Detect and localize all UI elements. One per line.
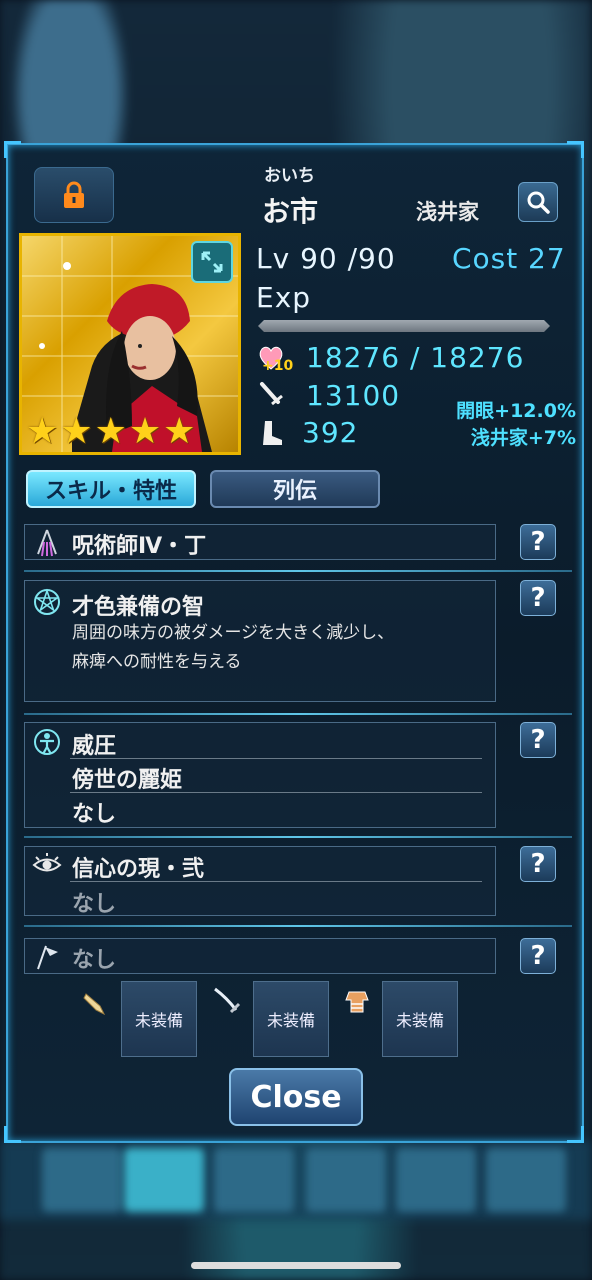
- panel-corner: [567, 1126, 584, 1143]
- main-skill-desc-line-1: 周囲の味方の被ダメージを大きく減少し、: [72, 623, 395, 643]
- exp-progress-bar: [258, 320, 550, 332]
- home-indicator[interactable]: [191, 1262, 401, 1269]
- cost-label: Cost: [452, 242, 519, 275]
- star-icon: ★: [26, 411, 59, 452]
- expand-icon: [201, 251, 223, 273]
- character-name: お市: [262, 195, 319, 228]
- pentagram-icon: [34, 588, 60, 615]
- flag-value: なし: [72, 948, 117, 973]
- hp-value: 18276 / 18276: [306, 341, 525, 374]
- star-icon: ★: [94, 411, 127, 452]
- level-value: Lv 90 /90: [256, 242, 396, 275]
- equip-slot-weapon[interactable]: 未装備: [253, 981, 329, 1057]
- background-tile: [486, 1148, 566, 1212]
- equip-slot-armor[interactable]: 未装備: [382, 981, 458, 1057]
- panel-corner: [4, 141, 21, 158]
- class-help-button[interactable]: ?: [520, 524, 556, 560]
- trait-2: 傍世の麗姫: [72, 768, 183, 793]
- belief-divider: [70, 881, 482, 882]
- character-kana: おいち: [264, 166, 315, 186]
- attack-value: 13100: [306, 379, 401, 412]
- trait-divider: [70, 758, 482, 759]
- section-divider: [24, 836, 572, 838]
- section-divider: [24, 713, 572, 715]
- traits-help-button[interactable]: ?: [520, 722, 556, 758]
- awakening-bonus: 開眼+12.0%: [456, 400, 576, 422]
- trait-1: 威圧: [72, 734, 117, 759]
- rarity-stars: ★ ★ ★ ★ ★: [26, 414, 195, 450]
- trait-3: なし: [72, 802, 117, 827]
- background-tile: [214, 1148, 294, 1212]
- panel-corner: [4, 1126, 21, 1143]
- broom-icon: [37, 529, 57, 557]
- cost-value: 27: [528, 242, 566, 275]
- background-tile: [396, 1148, 476, 1212]
- flag-help-button[interactable]: ?: [520, 938, 556, 974]
- clan-bonus: 浅井家+7%: [470, 427, 576, 449]
- tab-skills[interactable]: スキル・特性: [26, 470, 196, 508]
- section-divider: [24, 925, 572, 927]
- equip-slot-ammo[interactable]: 未装備: [121, 981, 197, 1057]
- belief-help-button[interactable]: ?: [520, 846, 556, 882]
- character-clan: 浅井家: [416, 200, 479, 224]
- person-circle-icon: [34, 729, 60, 755]
- background-tile: [42, 1148, 122, 1212]
- exp-label: Exp: [256, 281, 312, 314]
- eye-icon: [32, 853, 62, 872]
- sword-icon: [214, 987, 241, 1014]
- panel-corner: [567, 141, 584, 158]
- trait-divider: [70, 792, 482, 793]
- background-tile: [306, 1148, 386, 1212]
- search-button[interactable]: [518, 182, 558, 222]
- class-name: 呪術師Ⅳ・丁: [72, 534, 207, 559]
- main-skill-desc-line-2: 麻痺への耐性を与える: [72, 652, 242, 672]
- main-skill-help-button[interactable]: ?: [520, 580, 556, 616]
- speed-value: 392: [302, 416, 359, 449]
- close-button[interactable]: Close: [229, 1068, 363, 1126]
- section-divider: [24, 570, 572, 572]
- sword-icon: [260, 382, 283, 406]
- main-skill-name: 才色兼備の智: [72, 595, 205, 620]
- belief-name: 信心の現・弐: [72, 857, 205, 882]
- star-icon: ★: [128, 411, 162, 452]
- search-icon: [527, 191, 550, 214]
- star-icon: ★: [163, 411, 196, 452]
- expand-portrait-button[interactable]: [191, 241, 233, 283]
- bullet-icon: [83, 993, 106, 1016]
- armor-icon: [345, 991, 369, 1013]
- flag-icon: [37, 945, 58, 970]
- lock-icon: [64, 181, 84, 208]
- tab-biography[interactable]: 列伝: [210, 470, 380, 508]
- lock-button[interactable]: [34, 167, 114, 223]
- star-icon: ★: [60, 411, 93, 452]
- boot-icon: [263, 421, 282, 445]
- hp-bonus-label: +10: [262, 358, 294, 374]
- belief-value: なし: [72, 892, 117, 917]
- background-tile: [124, 1148, 204, 1212]
